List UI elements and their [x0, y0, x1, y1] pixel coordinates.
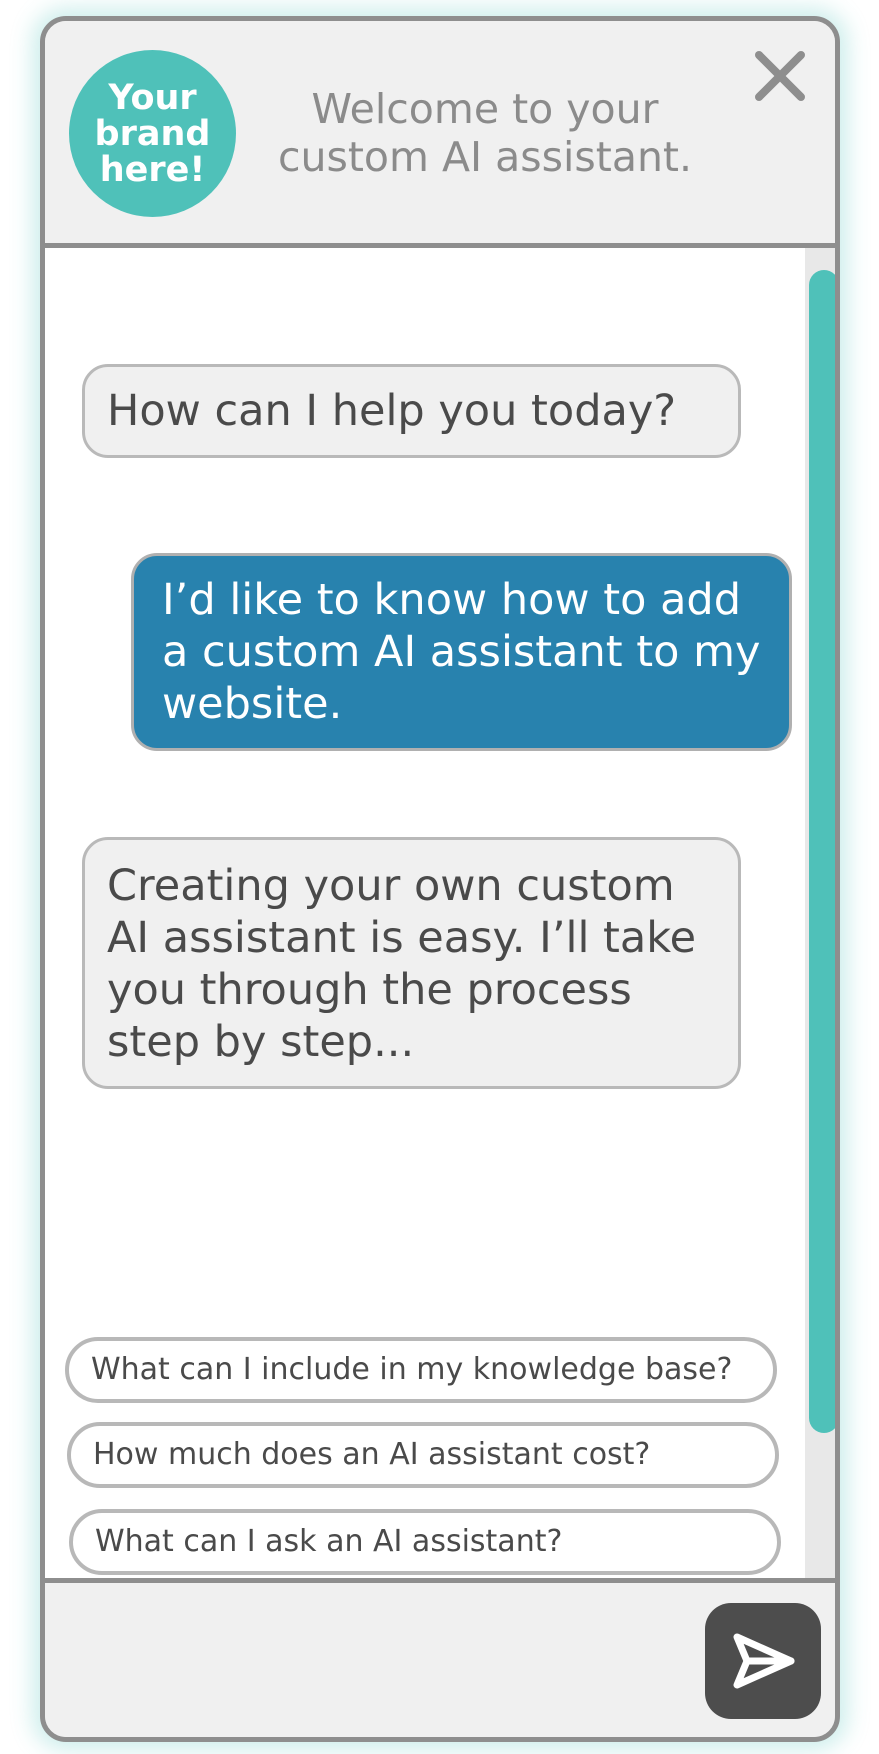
- message-list[interactable]: How can I help you today? I’d like to kn…: [45, 248, 805, 1578]
- brand-logo-line-3: here!: [99, 149, 206, 190]
- suggestion-chip[interactable]: What can I ask an AI assistant?: [69, 1509, 781, 1575]
- chat-widget: Your brand here! Welcome to your custom …: [40, 16, 840, 1742]
- user-message: I’d like to know how to add a custom AI …: [131, 553, 792, 751]
- welcome-line-2: custom AI assistant.: [277, 133, 693, 181]
- message-input-area[interactable]: [45, 1578, 835, 1737]
- brand-logo-line-1: Your: [108, 77, 197, 118]
- message-text: How can I help you today?: [107, 386, 677, 436]
- scrollbar[interactable]: [805, 248, 835, 1578]
- brand-logo: Your brand here!: [69, 50, 236, 217]
- chat-header: Your brand here! Welcome to your custom …: [45, 21, 835, 248]
- send-button[interactable]: [705, 1603, 821, 1719]
- suggestion-text: What can I include in my knowledge base?: [91, 1352, 733, 1387]
- suggestion-text: How much does an AI assistant cost?: [93, 1437, 651, 1472]
- suggestion-chip[interactable]: What can I include in my knowledge base?: [65, 1337, 777, 1403]
- close-button[interactable]: [753, 49, 807, 103]
- scrollbar-thumb[interactable]: [809, 270, 835, 1433]
- send-icon: [733, 1633, 795, 1689]
- brand-logo-line-2: brand: [94, 113, 211, 154]
- close-icon: [755, 51, 805, 101]
- welcome-title: Welcome to your custom AI assistant.: [260, 85, 710, 181]
- assistant-message: How can I help you today?: [82, 364, 741, 458]
- suggestion-text: What can I ask an AI assistant?: [95, 1524, 563, 1559]
- message-text: Creating your own custom AI assistant is…: [107, 861, 697, 1067]
- suggestion-chip[interactable]: How much does an AI assistant cost?: [67, 1422, 779, 1488]
- welcome-line-1: Welcome to your: [311, 85, 659, 133]
- assistant-message: Creating your own custom AI assistant is…: [82, 837, 741, 1089]
- message-text: I’d like to know how to add a custom AI …: [162, 575, 761, 729]
